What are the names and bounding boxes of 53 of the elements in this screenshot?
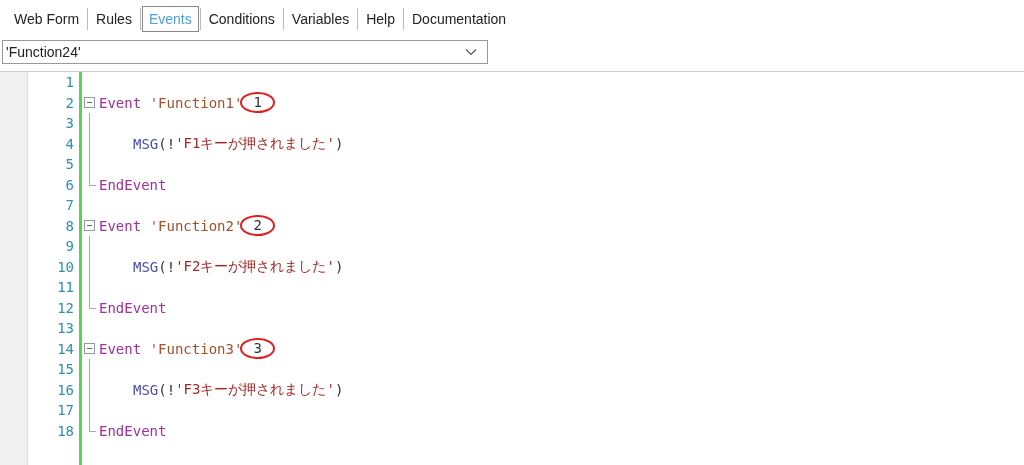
line-number: 3 bbox=[64, 115, 74, 132]
code-function: MSG bbox=[133, 381, 159, 398]
collapse-icon[interactable] bbox=[84, 220, 95, 232]
callout-number: 2 bbox=[240, 215, 275, 237]
code-keyword: Event bbox=[99, 340, 142, 357]
line-number: 17 bbox=[56, 402, 74, 419]
line-number: 14 bbox=[56, 340, 74, 357]
line-number: 11 bbox=[56, 279, 74, 296]
code-keyword: Event bbox=[99, 217, 142, 234]
event-dropdown[interactable]: 'Function24' bbox=[2, 40, 488, 64]
code-string: 'F2キーが押されました' bbox=[175, 257, 335, 276]
line-number: 4 bbox=[64, 135, 74, 152]
code-punctuation: ) bbox=[334, 258, 344, 275]
line-number: 9 bbox=[64, 238, 74, 255]
code-string: 'Function3' bbox=[149, 340, 243, 357]
code-punctuation: ) bbox=[334, 381, 344, 398]
collapse-icon[interactable] bbox=[84, 343, 95, 355]
line-number: 12 bbox=[56, 299, 74, 316]
code-string: 'Function1' bbox=[149, 94, 243, 111]
tab[interactable]: Web Form bbox=[7, 6, 87, 32]
code-punctuation: (! bbox=[158, 135, 176, 152]
code-keyword: EndEvent bbox=[99, 176, 167, 193]
line-number: 10 bbox=[56, 258, 74, 275]
code-string: 'F3キーが押されました' bbox=[175, 380, 335, 399]
chevron-down-icon bbox=[465, 48, 477, 56]
line-number: 6 bbox=[64, 176, 74, 193]
code-string: 'F1キーが押されました' bbox=[175, 134, 335, 153]
tab[interactable]: Conditions bbox=[201, 6, 282, 32]
callout-number: 3 bbox=[240, 338, 275, 360]
code-keyword: EndEvent bbox=[99, 422, 167, 439]
tab[interactable]: Help bbox=[359, 6, 402, 32]
code-punctuation: (! bbox=[158, 381, 176, 398]
code-punctuation: ) bbox=[334, 135, 344, 152]
line-number: 13 bbox=[56, 320, 74, 337]
code-punctuation: (! bbox=[158, 258, 176, 275]
callout-number: 1 bbox=[240, 92, 275, 114]
code-keyword: EndEvent bbox=[99, 299, 167, 316]
tab[interactable]: Rules bbox=[89, 6, 139, 32]
code-keyword: Event bbox=[99, 94, 142, 111]
code-function: MSG bbox=[133, 258, 159, 275]
line-number: 16 bbox=[56, 381, 74, 398]
line-number: 8 bbox=[64, 217, 74, 234]
line-number: 2 bbox=[64, 94, 74, 111]
line-number: 15 bbox=[56, 361, 74, 378]
line-number: 1 bbox=[64, 74, 74, 91]
tab[interactable]: Variables bbox=[284, 6, 357, 32]
line-number: 18 bbox=[56, 422, 74, 439]
collapse-icon[interactable] bbox=[84, 97, 95, 109]
line-number: 5 bbox=[64, 156, 74, 173]
code-function: MSG bbox=[133, 135, 159, 152]
tab[interactable]: Documentation bbox=[405, 6, 514, 32]
code-string: 'Function2' bbox=[149, 217, 243, 234]
line-number: 7 bbox=[64, 197, 74, 214]
